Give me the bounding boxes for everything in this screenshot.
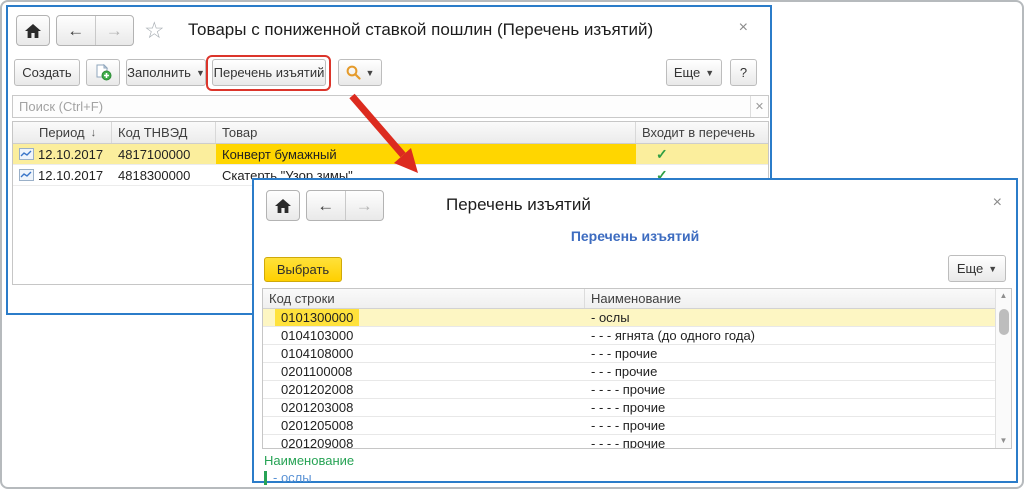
footer-field-value-row: - ослы	[264, 470, 312, 485]
list-item[interactable]: 0104103000- - - ягнята (до одного года)	[263, 327, 995, 345]
highlight-annotation	[206, 55, 331, 91]
sort-descending-icon: ↓	[91, 127, 97, 139]
back-icon: ←	[67, 21, 84, 41]
help-button[interactable]: ?	[730, 59, 757, 86]
close-icon[interactable]: ×	[739, 19, 748, 37]
list-item[interactable]: 0201202008- - - - прочие	[263, 381, 995, 399]
clear-search-icon[interactable]: ✕	[750, 96, 768, 117]
chevron-down-icon: ▼	[988, 264, 997, 274]
back-button[interactable]: ←	[307, 191, 345, 220]
favorite-star-icon[interactable]: ☆	[144, 17, 165, 44]
nav-history-group: ← →	[306, 190, 384, 221]
forward-button[interactable]: →	[345, 191, 384, 220]
forward-icon: →	[356, 196, 373, 216]
goods-table-header: Период ↓ Код ТНВЭД Товар Входит в перече…	[13, 122, 768, 144]
in-list-cell[interactable]: ✓	[636, 144, 768, 164]
column-header-period[interactable]: Период ↓	[13, 122, 112, 143]
list-item[interactable]: 0201209008- - - - прочие	[263, 435, 995, 448]
column-header-code[interactable]: Код ТНВЭД	[112, 122, 216, 143]
search-input[interactable]	[13, 99, 750, 114]
back-icon: ←	[317, 196, 334, 216]
exemption-table-body: 0101300000- ослы0104103000- - - ягнята (…	[263, 309, 995, 448]
row-code-cell[interactable]: 0104103000	[263, 327, 585, 344]
more-button[interactable]: Еще ▼	[666, 59, 722, 86]
row-name-cell[interactable]: - - - - прочие	[585, 381, 995, 398]
footer-field-value: - ослы	[273, 470, 312, 485]
column-header-in-list[interactable]: Входит в перечень	[636, 122, 768, 143]
list-item[interactable]: 0201205008- - - - прочие	[263, 417, 995, 435]
row-name-cell[interactable]: - - - - прочие	[585, 435, 995, 448]
row-name-cell[interactable]: - - - ягнята (до одного года)	[585, 327, 995, 344]
forward-icon: →	[106, 21, 123, 41]
chevron-down-icon: ▼	[366, 68, 375, 78]
fill-button-label: Заполнить	[127, 65, 191, 80]
nav-history-group: ← →	[56, 15, 134, 46]
more-button[interactable]: Еще ▼	[948, 255, 1006, 282]
more-button-label: Еще	[957, 261, 983, 276]
list-item[interactable]: 0201203008- - - - прочие	[263, 399, 995, 417]
close-icon[interactable]: ×	[993, 194, 1002, 212]
screenshot-frame: ← → ☆ Товары с пониженной ставкой пошлин…	[0, 0, 1024, 489]
tnved-code-cell[interactable]: 4818300000	[112, 165, 216, 185]
popup-title: Перечень изъятий	[446, 195, 591, 215]
product-cell[interactable]: Конверт бумажный	[216, 144, 636, 164]
row-name-cell[interactable]: - ослы	[585, 309, 995, 326]
search-icon	[346, 65, 361, 80]
chevron-down-icon: ▼	[196, 68, 205, 78]
row-name-cell[interactable]: - - - - прочие	[585, 399, 995, 416]
search-field-wrap: ✕	[12, 95, 769, 118]
row-code-cell[interactable]: 0201205008	[263, 417, 585, 434]
list-item[interactable]: 0104108000- - - прочие	[263, 345, 995, 363]
list-item[interactable]: 0201100008- - - прочие	[263, 363, 995, 381]
scroll-down-icon[interactable]: ▼	[1000, 434, 1008, 448]
select-button[interactable]: Выбрать	[264, 257, 342, 282]
select-button-label: Выбрать	[277, 262, 329, 277]
home-icon	[25, 24, 41, 38]
column-header-name[interactable]: Наименование	[585, 289, 1011, 308]
home-button[interactable]	[16, 15, 50, 46]
record-icon	[19, 148, 34, 160]
cursor-bar	[264, 471, 267, 485]
copy-button[interactable]	[86, 59, 120, 86]
period-cell[interactable]: 12.10.2017	[13, 165, 112, 185]
table-row[interactable]: 12.10.20174817100000Конверт бумажный ✓	[13, 144, 768, 165]
column-header-row-code[interactable]: Код строки	[263, 289, 585, 308]
tnved-code-cell[interactable]: 4817100000	[112, 144, 216, 164]
row-code-cell[interactable]: 0201100008	[263, 363, 585, 380]
row-code-cell[interactable]: 0201203008	[263, 399, 585, 416]
more-button-label: Еще	[674, 65, 700, 80]
exemption-table: Код строки Наименование 0101300000- ослы…	[262, 288, 1012, 449]
row-name-cell[interactable]: - - - прочие	[585, 345, 995, 362]
exemption-table-header: Код строки Наименование	[263, 289, 1011, 309]
back-button[interactable]: ←	[57, 16, 95, 45]
row-name-cell[interactable]: - - - прочие	[585, 363, 995, 380]
row-code-cell[interactable]: 0104108000	[263, 345, 585, 362]
scroll-up-icon[interactable]: ▲	[1000, 289, 1008, 303]
list-heading: Перечень изъятий	[254, 228, 1016, 244]
home-icon	[275, 199, 291, 213]
footer-field-label: Наименование	[264, 453, 354, 468]
row-code-cell[interactable]: 0101300000	[263, 309, 585, 326]
create-button[interactable]: Создать	[14, 59, 80, 86]
chevron-down-icon: ▼	[705, 68, 714, 78]
check-icon: ✓	[656, 146, 668, 163]
search-menu-button[interactable]: ▼	[338, 59, 382, 86]
row-code-cell[interactable]: 0201209008	[263, 435, 585, 448]
fill-button[interactable]: Заполнить ▼	[126, 59, 206, 86]
create-button-label: Создать	[22, 65, 71, 80]
row-code-cell[interactable]: 0201202008	[263, 381, 585, 398]
record-icon	[19, 169, 34, 181]
period-cell[interactable]: 12.10.2017	[13, 144, 112, 164]
copy-document-icon	[95, 64, 112, 81]
scrollbar-thumb[interactable]	[999, 309, 1009, 335]
home-button[interactable]	[266, 190, 300, 221]
window-exemption-list: ← → Перечень изъятий × Перечень изъятий …	[252, 178, 1018, 483]
list-item[interactable]: 0101300000- ослы	[263, 309, 995, 327]
help-button-label: ?	[740, 65, 747, 80]
vertical-scrollbar[interactable]: ▲ ▼	[995, 289, 1011, 448]
column-header-product[interactable]: Товар	[216, 122, 636, 143]
forward-button[interactable]: →	[95, 16, 134, 45]
row-name-cell[interactable]: - - - - прочие	[585, 417, 995, 434]
page-title: Товары с пониженной ставкой пошлин (Пере…	[188, 20, 653, 40]
